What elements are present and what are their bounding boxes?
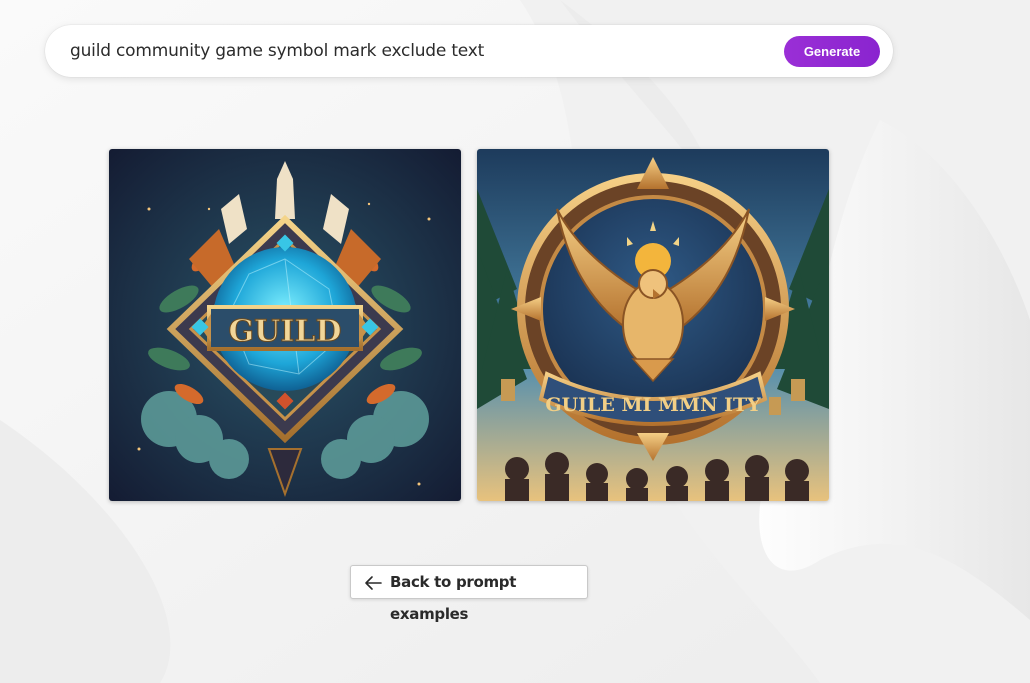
generated-image-2[interactable]: GUILE MI MMN ITY: [477, 149, 829, 501]
prompt-input-text[interactable]: guild community game symbol mark exclude…: [70, 25, 484, 77]
emblem-text-1: GUILD: [229, 314, 342, 349]
generated-image-1[interactable]: GUILD: [109, 149, 461, 501]
generate-button[interactable]: Generate: [784, 36, 880, 67]
arrow-left-icon: [365, 576, 382, 590]
eagle-badge-emblem: GUILE MI MMN ITY: [477, 149, 829, 501]
emblem-text-2: GUILE MI MMN ITY: [545, 394, 761, 416]
prompt-search-bar[interactable]: guild community game symbol mark exclude…: [45, 25, 893, 77]
back-button-label: Back to prompt examples: [390, 573, 517, 623]
back-to-prompt-examples-button[interactable]: Back to prompt examples: [350, 565, 588, 623]
guild-crest-emblem: GUILD: [109, 149, 461, 501]
